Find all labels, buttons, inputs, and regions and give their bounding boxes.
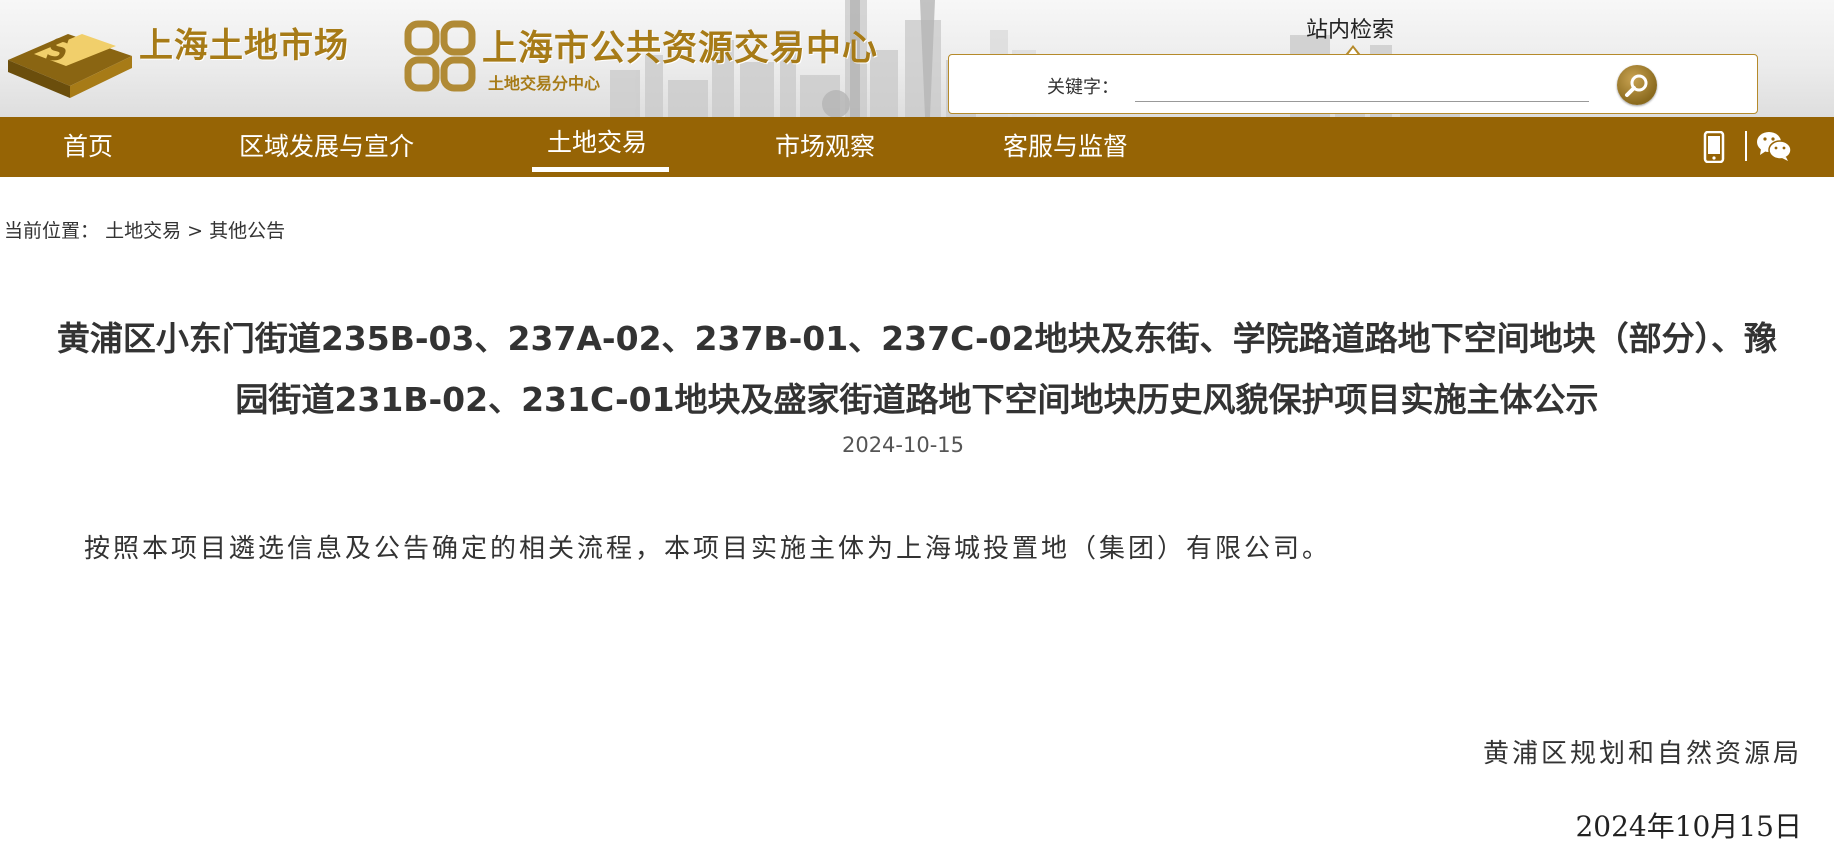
- mobile-phone-icon[interactable]: [1703, 131, 1725, 163]
- search-section-title: 站内检索: [1306, 18, 1395, 43]
- article-body: 按照本项目遴选信息及公告确定的相关流程，本项目实施主体为上海城投置地（集团）有限…: [84, 534, 1332, 564]
- article-sign-date: 2024年10月15日: [1575, 810, 1802, 843]
- nav-item-land-transaction[interactable]: 土地交易: [547, 113, 647, 173]
- center-title: 上海市公共资源交易中心: [482, 29, 879, 69]
- search-label: 关键字：: [1047, 77, 1119, 98]
- site-header: S 上海土地市场 上海市公共资源交易中心 土地交易分中心 站内检索 关键字：: [0, 0, 1834, 117]
- search-input[interactable]: [1135, 69, 1589, 102]
- breadcrumb-link-land-transaction[interactable]: 土地交易: [105, 220, 181, 242]
- site-logo-text: 上海土地市场: [139, 26, 349, 66]
- wechat-icon[interactable]: [1756, 130, 1792, 162]
- search-button[interactable]: [1617, 65, 1657, 105]
- search-box: 关键字：: [948, 54, 1758, 114]
- nav-active-indicator: [532, 167, 669, 172]
- article-signature: 黄浦区规划和自然资源局: [1482, 739, 1802, 769]
- breadcrumb: 当前位置： 土地交易 > 其他公告: [4, 216, 285, 243]
- breadcrumb-prefix: 当前位置：: [4, 220, 100, 242]
- nav-item-regional-development[interactable]: 区域发展与宣介: [239, 117, 414, 177]
- shanghai-land-market-logo: S: [8, 33, 132, 98]
- breadcrumb-separator: >: [187, 220, 204, 242]
- article-date: 2024-10-15: [841, 433, 965, 457]
- article-title-line-1: 黄浦区小东门街道235B-03、237A-02、237B-01、237C-02地…: [56, 319, 1778, 358]
- main-nav: 首页 区域发展与宣介 土地交易 市场观察 客服与监督: [0, 117, 1834, 177]
- nav-item-customer-service[interactable]: 客服与监督: [1003, 117, 1128, 177]
- nav-item-market-observation[interactable]: 市场观察: [775, 117, 875, 177]
- article-title-line-2: 园街道231B-02、231C-01地块及盛家街道路地下空间地块历史风貌保护项目…: [235, 380, 1599, 419]
- public-resource-center-logo: [404, 20, 476, 92]
- nav-item-home[interactable]: 首页: [63, 117, 113, 177]
- breadcrumb-link-other-notices[interactable]: 其他公告: [209, 220, 285, 242]
- search-icon: [1625, 74, 1648, 97]
- article-title: 黄浦区小东门街道235B-03、237A-02、237B-01、237C-02地…: [0, 308, 1834, 430]
- center-subtitle: 土地交易分中心: [488, 74, 601, 93]
- nav-icon-divider: [1745, 131, 1747, 161]
